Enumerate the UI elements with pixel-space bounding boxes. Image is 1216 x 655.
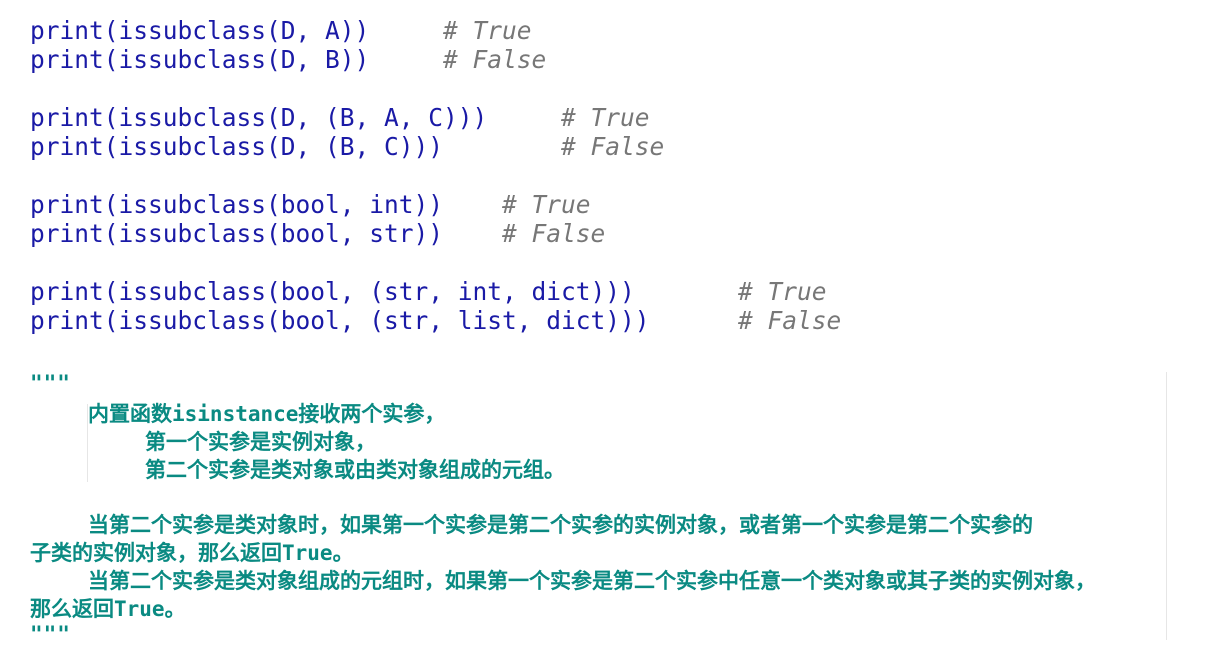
docstring-line: 子类的实例对象，那么返回True。	[30, 541, 354, 565]
code-comment: # False	[443, 45, 547, 74]
docstring-line: 内置函数isinstance接收两个实参，	[88, 402, 446, 426]
docstring-line: 第一个实参是实例对象，	[145, 430, 376, 454]
code-line: print(issubclass(D, (B, C)))	[30, 132, 444, 161]
docstring-close-quote: """	[30, 622, 71, 646]
code-comment: # True	[738, 277, 827, 306]
code-comment: # False	[502, 219, 606, 248]
code-comment: # False	[738, 306, 842, 335]
docstring-line: 那么返回True。	[30, 597, 186, 621]
code-line: print(issubclass(D, B))	[30, 45, 370, 74]
code-comment: # True	[561, 103, 650, 132]
code-line: print(issubclass(bool, str))	[30, 219, 444, 248]
code-comment: # True	[443, 16, 532, 45]
code-line: print(issubclass(D, (B, A, C)))	[30, 103, 488, 132]
code-comment: # False	[561, 132, 665, 161]
code-line: print(issubclass(D, A))	[30, 16, 370, 45]
docstring-line: 第二个实参是类对象或由类对象组成的元组。	[145, 458, 565, 482]
docstring-line: 当第二个实参是类对象组成的元组时，如果第一个实参是第二个实参中任意一个类对象或其…	[88, 569, 1096, 593]
code-line: print(issubclass(bool, (str, int, dict))…	[30, 277, 635, 306]
code-line: print(issubclass(bool, int))	[30, 190, 444, 219]
docstring-line: 当第二个实参是类对象时，如果第一个实参是第二个实参的实例对象，或者第一个实参是第…	[88, 513, 1033, 537]
docstring-open-quote: """	[30, 371, 71, 395]
right-edge-guide	[1166, 372, 1167, 640]
code-comment: # True	[502, 190, 591, 219]
code-line: print(issubclass(bool, (str, list, dict)…	[30, 306, 650, 335]
